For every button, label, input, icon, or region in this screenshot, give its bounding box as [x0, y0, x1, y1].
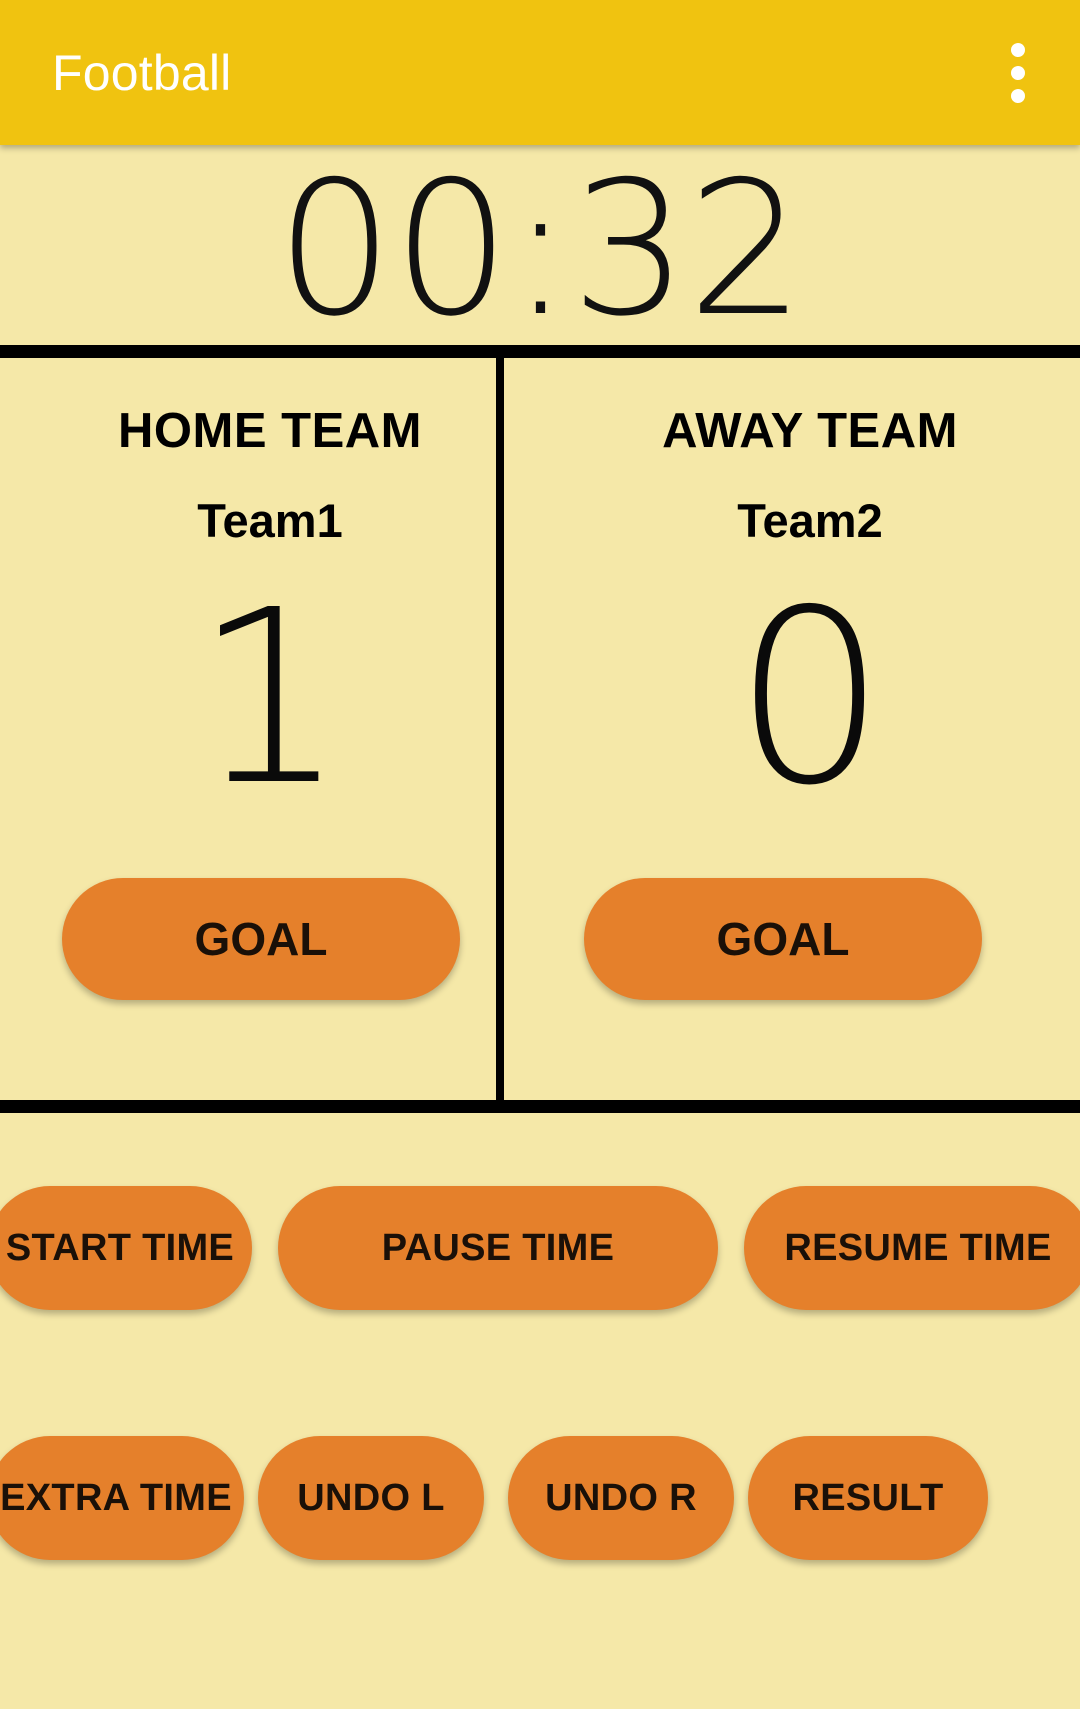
- start-time-button[interactable]: START TIME: [0, 1186, 252, 1310]
- football-scoreboard-app: Football 00:32 HOME TEAM Team1 1 GOAL AW…: [0, 0, 1080, 1709]
- undo-right-button[interactable]: UNDO R: [508, 1436, 734, 1560]
- home-goal-button[interactable]: GOAL: [62, 878, 460, 1000]
- timer-value: 00:32: [275, 140, 805, 357]
- overflow-dot-2: [1011, 65, 1025, 80]
- page-title: Football: [52, 44, 232, 101]
- divider-top: [0, 345, 1080, 358]
- scoreboard-section: HOME TEAM Team1 1 GOAL AWAY TEAM Team2 0…: [0, 358, 1080, 1100]
- away-goal-button[interactable]: GOAL: [584, 878, 982, 1000]
- resume-time-button[interactable]: RESUME TIME: [744, 1186, 1080, 1310]
- home-team-role: HOME TEAM: [118, 404, 422, 458]
- match-timer: 00:32: [0, 145, 1080, 345]
- controls-row-1: START TIME PAUSE TIME RESUME TIME: [0, 1186, 1080, 1310]
- controls-row-2: EXTRA TIME UNDO L UNDO R RESULT: [0, 1436, 1080, 1560]
- away-team-name: Team2: [737, 494, 883, 547]
- more-vertical-icon[interactable]: [970, 25, 1066, 121]
- undo-left-button[interactable]: UNDO L: [258, 1436, 484, 1560]
- home-team-score: 1: [193, 558, 347, 838]
- extra-time-button[interactable]: EXTRA TIME: [0, 1436, 244, 1560]
- home-team-panel: HOME TEAM Team1 1 GOAL: [0, 358, 540, 1100]
- away-team-role: AWAY TEAM: [662, 404, 958, 458]
- away-team-panel: AWAY TEAM Team2 0 GOAL: [540, 358, 1080, 1100]
- controls-section: START TIME PAUSE TIME RESUME TIME EXTRA …: [0, 1113, 1080, 1709]
- overflow-dot-1: [1011, 42, 1025, 57]
- divider-vertical: [496, 358, 504, 1100]
- result-button[interactable]: RESULT: [748, 1436, 988, 1560]
- home-team-name: Team1: [197, 494, 343, 547]
- away-team-score: 0: [733, 558, 887, 838]
- divider-bottom: [0, 1100, 1080, 1113]
- app-bar: Football: [0, 0, 1080, 145]
- pause-time-button[interactable]: PAUSE TIME: [278, 1186, 718, 1310]
- overflow-dot-3: [1011, 88, 1025, 103]
